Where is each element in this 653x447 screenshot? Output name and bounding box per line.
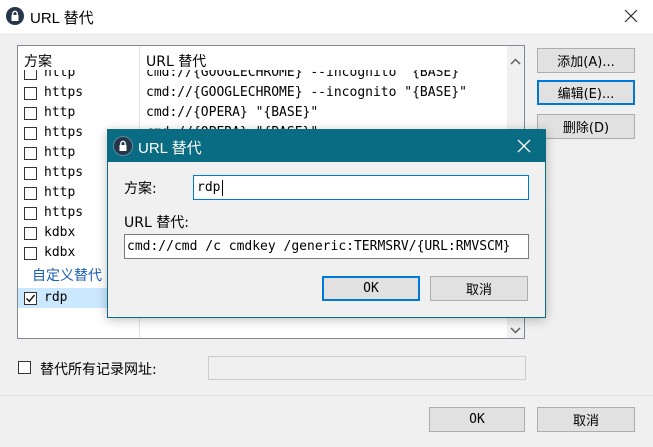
row-scheme: https: [44, 125, 84, 140]
row-checkbox[interactable]: [24, 107, 37, 120]
add-button[interactable]: 添加(A)...: [537, 48, 635, 73]
group-label: 自定义替代: [32, 268, 102, 284]
row-url: cmd://{OPERA} "{BASE}": [146, 105, 319, 120]
dialog-close-icon[interactable]: [512, 134, 536, 158]
row-scheme: rdp: [44, 290, 68, 305]
cancel-button[interactable]: 取消: [537, 407, 635, 432]
url-input[interactable]: cmd://cmd /c cmdkey /generic:TERMSRV/{UR…: [124, 234, 529, 259]
row-checkbox[interactable]: [24, 70, 37, 80]
row-scheme: http: [44, 185, 76, 200]
row-scheme: http: [44, 70, 76, 80]
delete-button[interactable]: 删除(D): [537, 114, 635, 139]
close-icon[interactable]: [619, 4, 643, 28]
row-checkbox[interactable]: [24, 147, 37, 160]
main-title-bar: URL 替代: [0, 0, 653, 33]
dialog-title-bar: URL 替代: [108, 130, 545, 162]
row-scheme: http: [44, 105, 76, 120]
dialog-ok-button[interactable]: OK: [322, 276, 420, 301]
scheme-label: 方案:: [124, 181, 157, 197]
row-checkbox[interactable]: [24, 227, 37, 240]
row-checkbox[interactable]: [24, 247, 37, 260]
edit-dialog: URL 替代 方案: rdp URL 替代: cmd://cmd /c cmdk…: [107, 129, 546, 318]
scroll-up-icon[interactable]: [510, 54, 521, 69]
keepass-lock-icon: [6, 7, 24, 25]
column-header-scheme[interactable]: 方案: [24, 51, 52, 71]
row-scheme: https: [44, 85, 84, 100]
override-all-field[interactable]: [208, 356, 526, 380]
column-header-url[interactable]: URL 替代: [146, 51, 206, 71]
row-scheme: http: [44, 145, 76, 160]
row-url: cmd://{GOOGLECHROME} --incognito "{BASE}…: [146, 85, 467, 100]
scheme-value: rdp: [197, 180, 221, 195]
row-checkbox[interactable]: [24, 127, 37, 140]
row-checkbox[interactable]: [24, 207, 37, 220]
override-all-label: 替代所有记录网址:: [40, 362, 157, 378]
row-url: cmd://{GOOGLECHROME} --incognito "{BASE}…: [146, 70, 467, 80]
list-item[interactable]: https cmd://{GOOGLECHROME} --incognito "{…: [18, 83, 508, 103]
row-scheme: kdbx: [44, 245, 76, 260]
list-item[interactable]: http cmd://{OPERA} "{BASE}": [18, 103, 508, 123]
scroll-down-icon[interactable]: [510, 323, 521, 338]
edit-button[interactable]: 编辑(E)...: [537, 80, 635, 105]
row-scheme: https: [44, 165, 84, 180]
row-checkbox[interactable]: [24, 87, 37, 100]
url-value: cmd://cmd /c cmdkey /generic:TERMSRV/{UR…: [127, 239, 511, 254]
row-checkbox[interactable]: [24, 167, 37, 180]
row-checkbox[interactable]: [24, 292, 37, 305]
window-title: URL 替代: [30, 10, 94, 27]
list-item[interactable]: http cmd://{GOOGLECHROME} --incognito "{B…: [18, 70, 508, 83]
scheme-input[interactable]: rdp: [193, 175, 529, 200]
text-cursor: [222, 180, 223, 196]
list-header: 方案 URL 替代: [18, 46, 508, 338]
ok-button[interactable]: OK: [429, 407, 525, 432]
dialog-title: URL 替代: [138, 140, 202, 157]
url-label: URL 替代:: [124, 215, 189, 231]
row-scheme: kdbx: [44, 225, 76, 240]
dialog-cancel-button[interactable]: 取消: [430, 276, 528, 301]
override-all-checkbox[interactable]: [18, 361, 31, 374]
dialog-lock-icon: [114, 137, 132, 155]
row-scheme: https: [44, 205, 84, 220]
row-checkbox[interactable]: [24, 187, 37, 200]
